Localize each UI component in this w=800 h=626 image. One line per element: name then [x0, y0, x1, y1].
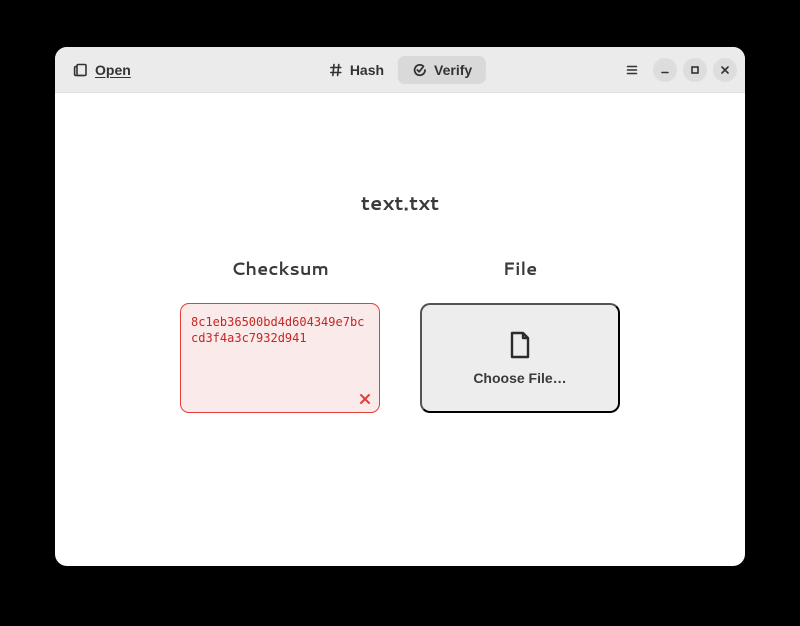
- open-button[interactable]: Open: [63, 56, 141, 84]
- header-right: [617, 55, 737, 85]
- hash-icon: [328, 62, 344, 78]
- app-window: Open Hash: [55, 47, 745, 566]
- minimize-button[interactable]: [653, 58, 677, 82]
- header-left: Open: [63, 56, 141, 84]
- checksum-input[interactable]: 8c1eb36500bd4d604349e7b­ccd3f4a3c7932d94…: [180, 303, 380, 413]
- tab-verify[interactable]: Verify: [398, 56, 486, 84]
- checksum-value: 8c1eb36500bd4d604349e7b­ccd3f4a3c7932d94…: [191, 315, 364, 345]
- tab-hash-label: Hash: [350, 62, 384, 78]
- checksum-column: Checksum 8c1eb36500bd4d604349e7b­ccd3f4a…: [180, 255, 380, 413]
- x-icon: [358, 392, 372, 406]
- file-column: File Choose File…: [420, 255, 620, 413]
- tab-hash[interactable]: Hash: [314, 56, 398, 84]
- menu-button[interactable]: [617, 55, 647, 85]
- file-title: File: [503, 255, 538, 281]
- hamburger-icon: [624, 62, 640, 78]
- checksum-clear-button[interactable]: [356, 390, 374, 408]
- file-icon: [506, 330, 534, 360]
- main-content: text.txt Checksum 8c1eb36500bd4d604349e7…: [55, 93, 745, 566]
- filename-heading: text.txt: [361, 189, 439, 217]
- close-icon: [719, 64, 731, 76]
- header-bar: Open Hash: [55, 47, 745, 93]
- close-button[interactable]: [713, 58, 737, 82]
- verify-icon: [412, 62, 428, 78]
- checksum-title: Checksum: [231, 255, 329, 281]
- choose-file-label: Choose File…: [473, 370, 566, 386]
- choose-file-button[interactable]: Choose File…: [420, 303, 620, 413]
- view-switcher: Hash Verify: [314, 56, 486, 84]
- columns: Checksum 8c1eb36500bd4d604349e7b­ccd3f4a…: [180, 255, 620, 413]
- open-button-label: Open: [95, 62, 131, 78]
- open-folder-icon: [73, 62, 89, 78]
- maximize-button[interactable]: [683, 58, 707, 82]
- maximize-icon: [689, 64, 701, 76]
- minimize-icon: [659, 64, 671, 76]
- tab-verify-label: Verify: [434, 62, 472, 78]
